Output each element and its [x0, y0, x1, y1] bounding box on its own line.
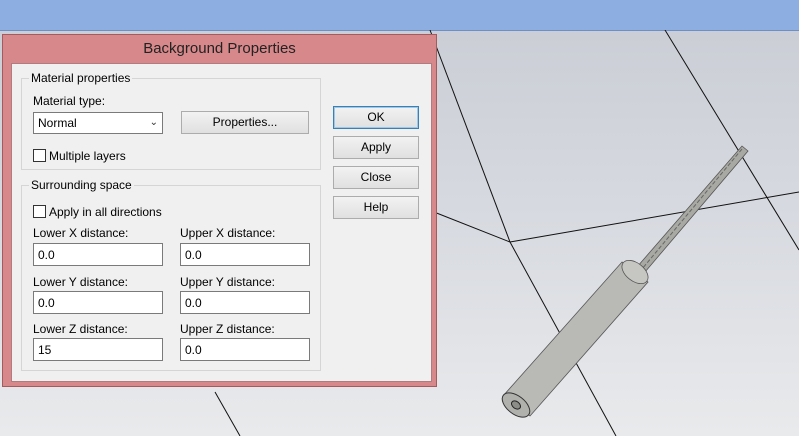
upper-z-label: Upper Z distance:	[180, 322, 275, 336]
upper-x-label: Upper X distance:	[180, 226, 276, 240]
surrounding-space-group-title: Surrounding space	[29, 178, 134, 192]
lower-x-value: 0.0	[38, 248, 55, 262]
chevron-down-icon: ⌄	[149, 117, 158, 128]
upper-z-value: 0.0	[185, 343, 202, 357]
help-button[interactable]: Help	[333, 196, 419, 219]
multiple-layers-checkbox[interactable]	[33, 149, 46, 162]
close-button[interactable]: Close	[333, 166, 419, 189]
grid-line	[433, 211, 511, 243]
background-properties-dialog: Background Properties Material propertie…	[2, 34, 437, 387]
upper-x-input[interactable]: 0.0	[180, 243, 310, 266]
lower-z-value: 15	[38, 343, 52, 357]
lower-x-input[interactable]: 0.0	[33, 243, 163, 266]
probe-needle	[636, 145, 749, 273]
surrounding-space-group: Surrounding space Apply in all direction…	[21, 178, 321, 371]
upper-z-input[interactable]: 0.0	[180, 338, 310, 361]
probe-body	[502, 261, 649, 417]
properties-button[interactable]: Properties...	[181, 111, 309, 134]
apply-all-directions-checkbox[interactable]	[33, 205, 46, 218]
grid-line	[509, 191, 799, 243]
upper-x-value: 0.0	[185, 248, 202, 262]
material-type-label: Material type:	[33, 94, 106, 108]
multiple-layers-label[interactable]: Multiple layers	[49, 149, 126, 163]
upper-y-label: Upper Y distance:	[180, 275, 275, 289]
lower-z-input[interactable]: 15	[33, 338, 163, 361]
apply-all-directions-label[interactable]: Apply in all directions	[49, 205, 162, 219]
dialog-title[interactable]: Background Properties	[3, 35, 436, 63]
grid-line	[214, 391, 241, 436]
apply-button[interactable]: Apply	[333, 136, 419, 159]
lower-y-label: Lower Y distance:	[33, 275, 128, 289]
lower-y-input[interactable]: 0.0	[33, 291, 163, 314]
upper-y-value: 0.0	[185, 296, 202, 310]
ok-button[interactable]: OK	[333, 106, 419, 129]
lower-z-label: Lower Z distance:	[33, 322, 128, 336]
lower-y-value: 0.0	[38, 296, 55, 310]
material-type-select[interactable]: Normal ⌄	[33, 112, 163, 134]
upper-y-input[interactable]: 0.0	[180, 291, 310, 314]
app-top-bar	[0, 0, 799, 31]
probe-model	[501, 145, 749, 418]
material-properties-group: Material properties Material type: Norma…	[21, 71, 321, 170]
material-properties-group-title: Material properties	[29, 71, 133, 85]
grid-line	[429, 30, 511, 243]
material-type-value: Normal	[38, 116, 77, 130]
dialog-client-area: Material properties Material type: Norma…	[11, 63, 432, 382]
lower-x-label: Lower X distance:	[33, 226, 129, 240]
